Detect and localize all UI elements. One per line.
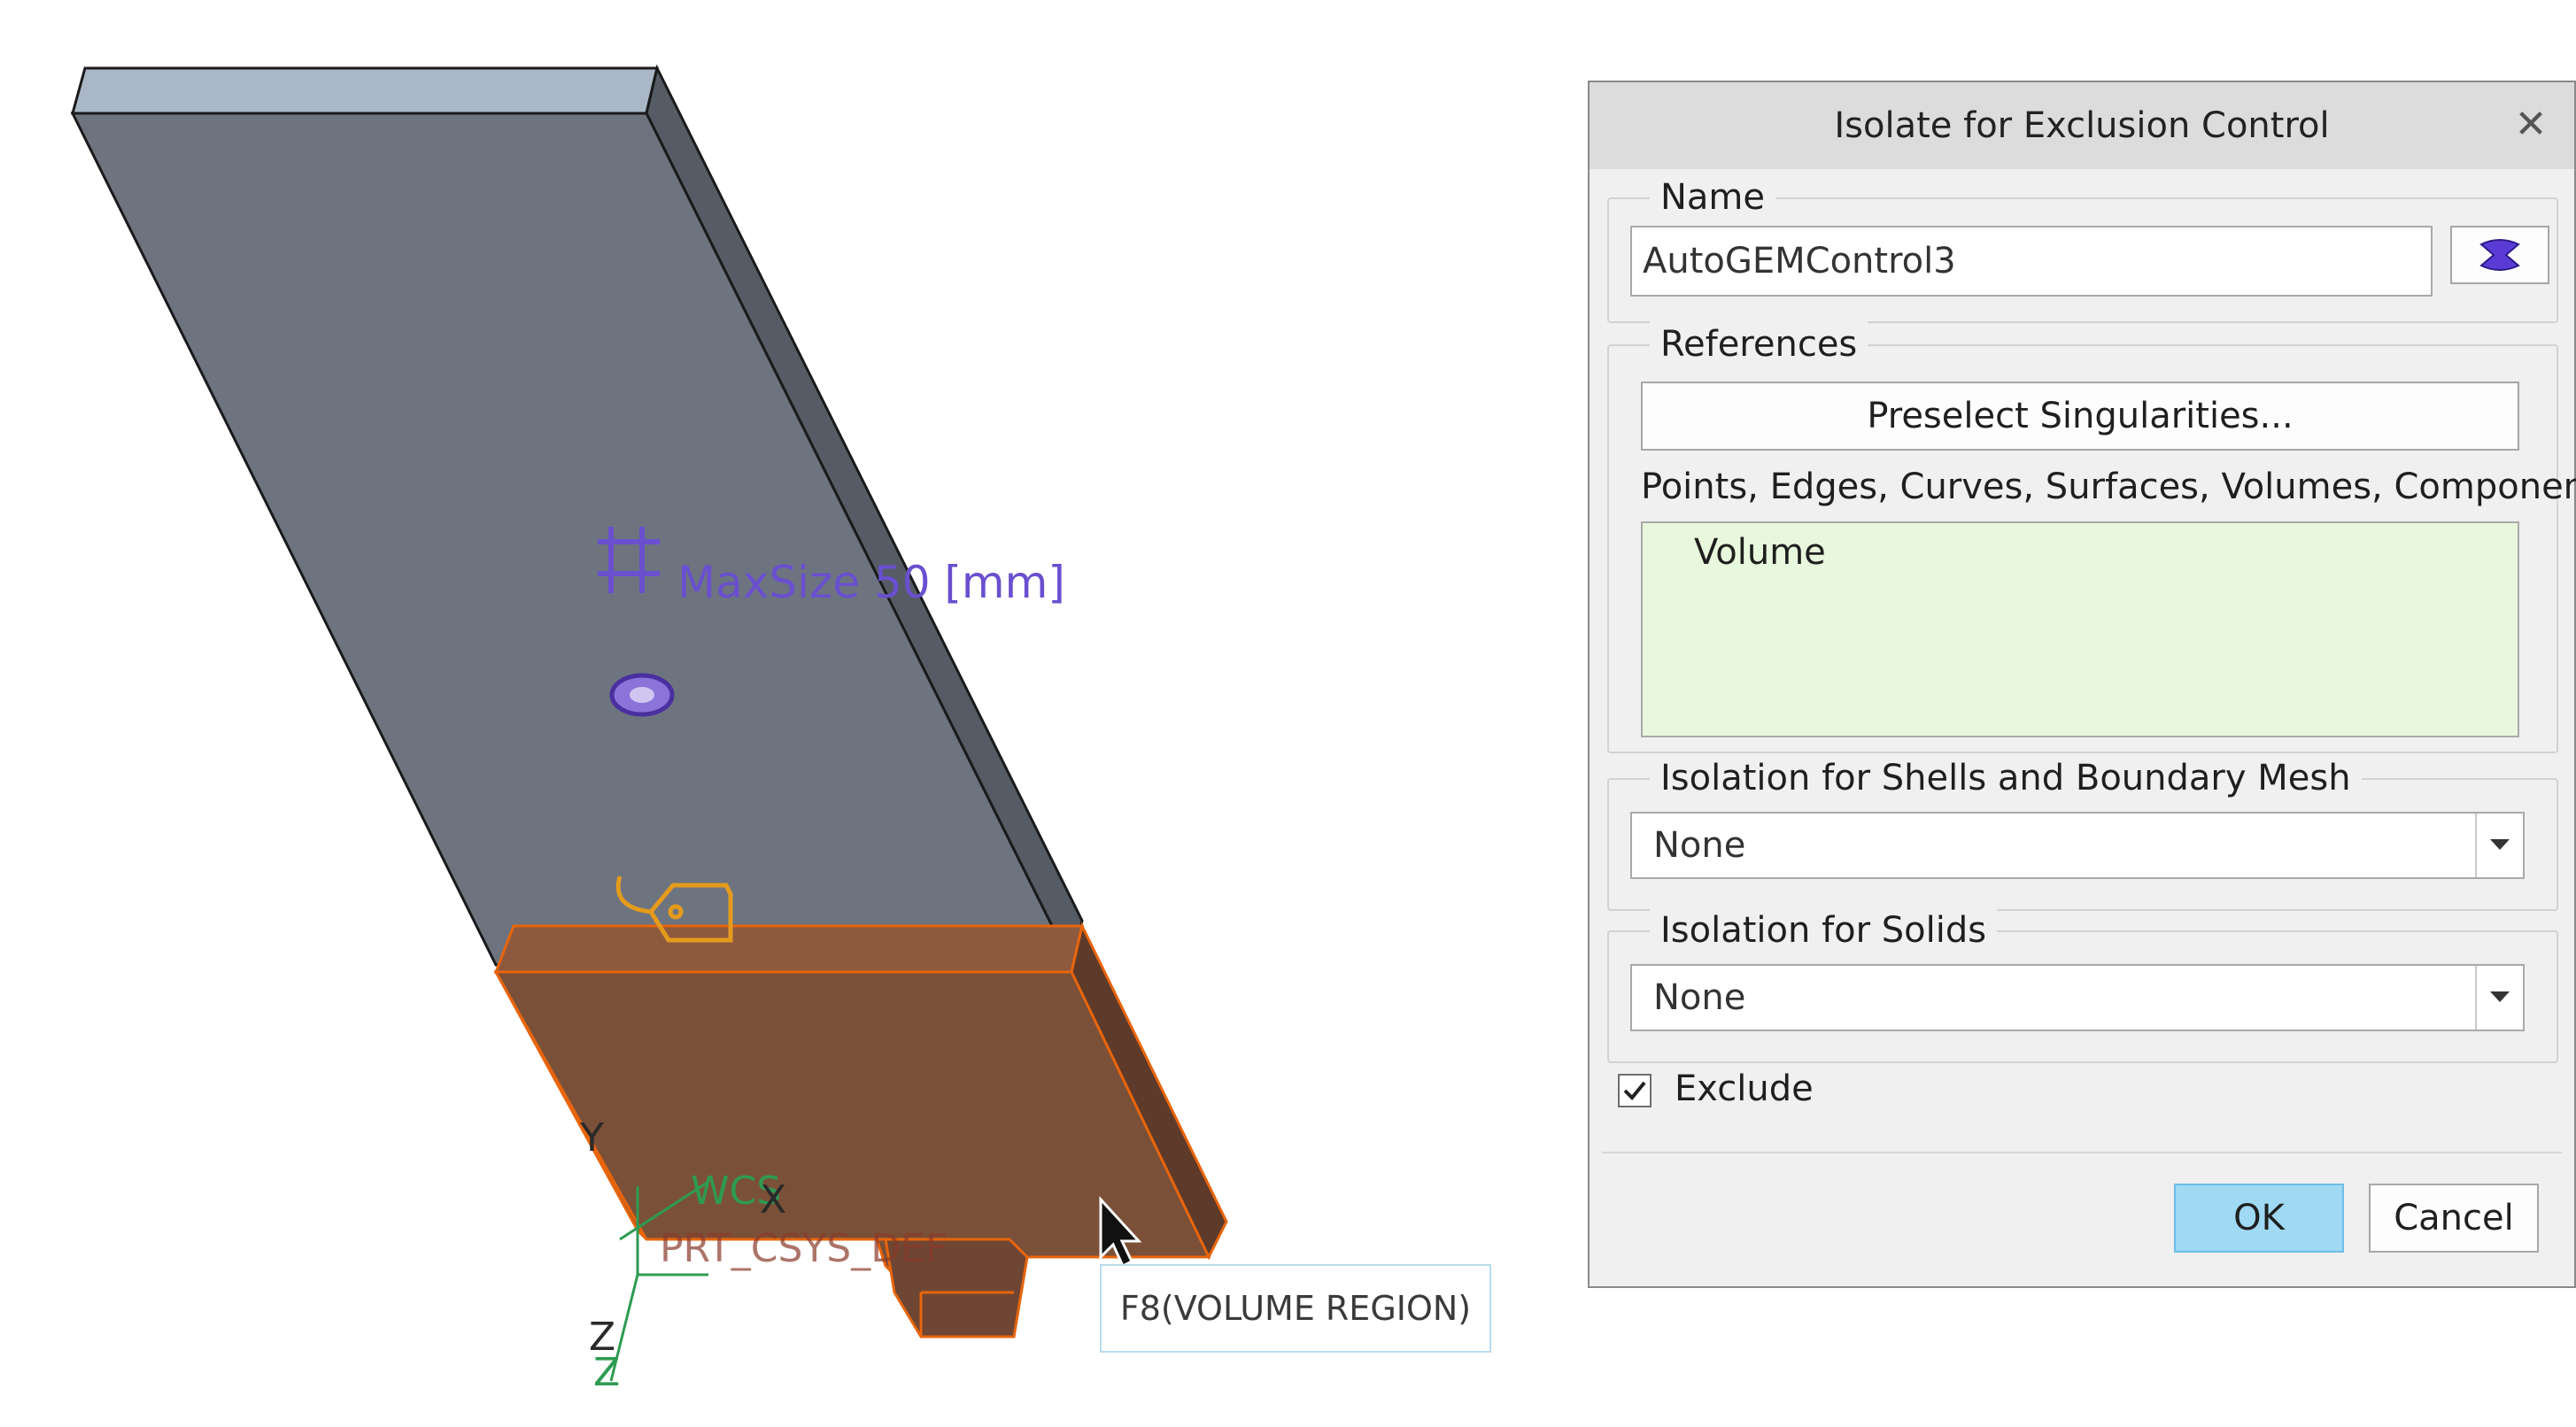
references-filter-caption: Points, Edges, Curves, Surfaces, Volumes… [1641,467,2576,507]
axis-z-label-secondary: Z [593,1350,620,1395]
ok-button[interactable]: OK [2174,1184,2344,1253]
exclude-label[interactable]: Exclude [1675,1068,1814,1109]
solids-isolation-label: Isolation for Solids [1650,907,1998,953]
model-canvas[interactable]: MaxSize 50 [mm] Y WCS X PRT_CSYS_DEF Z Z [0,0,1576,1427]
color-swatch-button[interactable] [2450,226,2549,284]
exclusion-control-icon[interactable] [609,673,675,717]
references-group-label: References [1650,321,1868,367]
shells-isolation-value: None [1653,825,1746,866]
checkmark-icon [1623,1081,1646,1100]
selection-tooltip: F8(VOLUME REGION) [1100,1264,1491,1353]
solids-isolation-value: None [1653,977,1746,1018]
shells-isolation-group: Isolation for Shells and Boundary Mesh N… [1607,755,2558,911]
axis-y-label: Y [579,1115,604,1161]
references-group: References Preselect Singularities... Po… [1607,321,2576,753]
name-input[interactable] [1630,226,2433,297]
close-icon[interactable]: ✕ [2509,102,2553,147]
maxsize-annotation[interactable]: MaxSize 50 [mm] [677,557,1065,608]
solids-isolation-select[interactable]: None [1630,964,2525,1031]
beam-main-face [70,112,1074,967]
reference-item-volume[interactable]: Volume [1694,532,1826,573]
beam-top-face [71,66,659,115]
dialog-title: Isolate for Exclusion Control [1834,105,2330,146]
name-group-label: Name [1650,174,1776,220]
references-list[interactable]: Volume [1641,521,2519,737]
model-viewport[interactable]: MaxSize 50 [mm] Y WCS X PRT_CSYS_DEF Z Z… [0,0,1576,1427]
prt-csys-label: PRT_CSYS_DEF [660,1226,948,1271]
name-group: Name [1607,174,2558,323]
dialog-titlebar[interactable]: Isolate for Exclusion Control ✕ [1590,82,2574,169]
isolate-exclusion-dialog: Isolate for Exclusion Control ✕ Name Ref… [1588,81,2576,1288]
chevron-down-icon[interactable] [2475,966,2523,1030]
preselect-singularities-button[interactable]: Preselect Singularities... [1641,382,2519,451]
color-swatch-icon [2479,239,2520,271]
axis-x-label: X [760,1177,786,1223]
chevron-down-icon[interactable] [2475,814,2523,877]
cancel-button[interactable]: Cancel [2369,1184,2539,1253]
shells-isolation-select[interactable]: None [1630,812,2525,879]
dialog-divider [1602,1152,2562,1153]
exclude-checkbox[interactable] [1618,1074,1652,1107]
shells-isolation-label: Isolation for Shells and Boundary Mesh [1650,755,2362,801]
solids-isolation-group: Isolation for Solids None [1607,907,2558,1063]
